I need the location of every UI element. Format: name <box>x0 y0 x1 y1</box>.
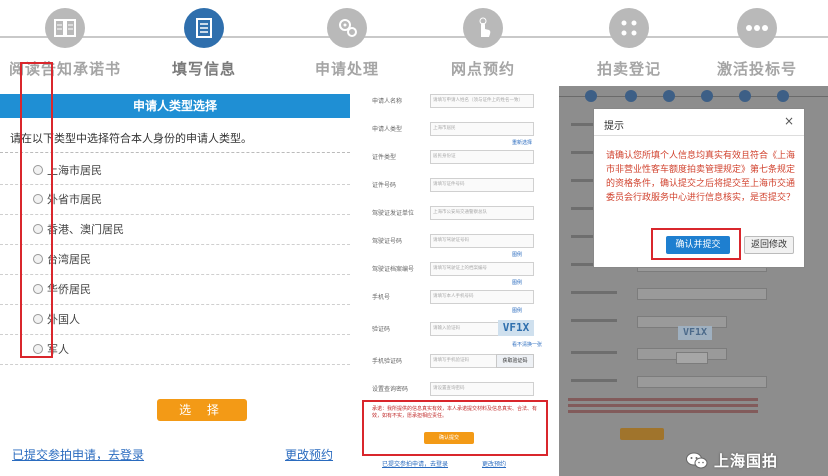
field-label: 驾驶证号码 <box>372 238 403 245</box>
form-row-license-number: 驾驶证号码 请填写驾驶证号码 图例 <box>372 234 542 258</box>
watermark-text: 上海国拍 <box>714 452 779 470</box>
field-label: 证件号码 <box>372 182 397 189</box>
field-label: 申请人名称 <box>372 98 403 105</box>
submitted-login-link[interactable]: 已提交参拍申请，去登录 <box>12 446 144 463</box>
field-label: 手机号 <box>372 294 391 301</box>
field-label: 手机验证码 <box>372 358 403 365</box>
field-label <box>571 351 617 354</box>
agreement-text-dimmed <box>568 398 758 414</box>
ellipsis-icon <box>737 8 777 48</box>
captcha-image[interactable]: VF1X <box>498 320 534 336</box>
step-dot-icon <box>625 90 637 102</box>
step-dot-icon <box>585 90 597 102</box>
form-row-name: 申请人名称 请填写申请人姓名（须与证件上的姓名一致） <box>372 94 542 110</box>
watermark: 上海国拍 <box>686 450 778 471</box>
form-row <box>571 376 811 390</box>
step-dot-icon <box>701 90 713 102</box>
close-icon[interactable]: × <box>784 114 794 128</box>
gear-processing-icon <box>327 8 367 48</box>
form-row-id-type: 证件类型 居民身份证 <box>372 150 542 166</box>
step-label: 拍卖登记 <box>596 60 661 78</box>
dots-icon <box>609 8 649 48</box>
reselect-link[interactable]: 重新选择 <box>512 139 532 146</box>
id-number-input[interactable]: 请填写证件号码 <box>430 178 534 192</box>
form-row-phone: 手机号 请填写本人手机号码 图例 <box>372 290 542 314</box>
form-row-license-file: 驾驶证档案编号 请填写驾驶证上的档案编号 图例 <box>372 262 542 286</box>
license-number-input[interactable]: 请填写驾驶证号码 <box>430 234 534 248</box>
agreement-text: 承诺：我所提供的信息真实有效，本人承诺提交材料及信息真实、合法、有效，如有不实，… <box>372 406 538 419</box>
get-sms-code-button[interactable]: 获取验证码 <box>496 354 534 368</box>
id-type-select[interactable]: 居民身份证 <box>430 150 534 164</box>
captcha-input[interactable]: 请输入验证码 <box>430 322 502 336</box>
name-input[interactable]: 请填写申请人姓名（须与证件上的姓名一致） <box>430 94 534 108</box>
book-icon <box>45 8 85 48</box>
example-link[interactable]: 图例 <box>512 279 522 286</box>
step-activate-bid-number: 激活投标号 <box>692 8 822 79</box>
phone-input[interactable]: 请填写本人手机号码 <box>430 290 534 304</box>
applicant-type-field[interactable]: 上海市居民 <box>430 122 534 136</box>
form-row <box>571 288 811 302</box>
document-icon <box>184 8 224 48</box>
example-link[interactable]: 图例 <box>512 251 522 258</box>
form-row-password: 设置查询密码 请设置查询密码 <box>372 382 542 398</box>
wechat-logo-icon <box>686 452 708 468</box>
sms-button-dimmed <box>676 352 708 364</box>
step-application-processing: 申请处理 <box>282 8 412 79</box>
field-input <box>637 376 767 388</box>
dialog-message: 请确认您所填个人信息均真实有效且符合《上海市非营业性客车额度拍卖管理规定》第七条… <box>606 151 796 203</box>
field-label: 验证码 <box>372 326 391 333</box>
option-label: 外省市居民 <box>47 193 102 206</box>
confirm-submit-button[interactable]: 确认提交 <box>424 432 474 444</box>
field-label <box>571 379 617 382</box>
refresh-captcha-link[interactable]: 看不清换一张 <box>512 341 542 348</box>
dialog-title: 提示 <box>604 121 624 132</box>
form-row-id-number: 证件号码 请填写证件号码 <box>372 178 542 194</box>
step-dot-icon <box>739 90 751 102</box>
field-input <box>637 288 767 300</box>
change-appointment-link[interactable]: 更改预约 <box>482 459 506 468</box>
captcha-image: VF1X <box>678 326 712 340</box>
field-label: 驾驶证发证单位 <box>372 210 415 217</box>
password-input[interactable]: 请设置查询密码 <box>430 382 534 396</box>
option-label: 上海市居民 <box>47 164 102 177</box>
divider <box>594 135 804 136</box>
select-button[interactable]: 选 择 <box>157 399 247 421</box>
submit-button-dimmed <box>620 428 664 440</box>
divider <box>0 364 350 365</box>
back-to-edit-button[interactable]: 返回修改 <box>744 236 794 254</box>
step-dot-icon <box>663 90 675 102</box>
highlight-box-confirm <box>651 228 741 260</box>
step-label: 激活投标号 <box>716 60 797 78</box>
change-appointment-link[interactable]: 更改预约 <box>285 446 333 463</box>
tap-hand-icon <box>463 8 503 48</box>
license-issuer-select[interactable]: 上海市公安局交通警察总队 <box>430 206 534 220</box>
step-progress-bar: 阅读告知承诺书 填写信息 申请处理 网点预约 拍卖登记 激活投标号 <box>0 0 828 88</box>
field-label: 申请人类型 <box>372 126 403 133</box>
submitted-login-link[interactable]: 已提交参拍申请，去登录 <box>382 459 448 468</box>
example-link[interactable]: 图例 <box>512 307 522 314</box>
highlight-box-options <box>20 62 53 358</box>
step-label: 网点预约 <box>450 60 515 78</box>
field-label <box>571 291 617 294</box>
form-row-type: 申请人类型 上海市居民 重新选择 <box>372 122 542 146</box>
field-label <box>571 319 617 322</box>
step-fill-info: 填写信息 <box>139 8 269 79</box>
step-auction-registration: 拍卖登记 <box>564 8 694 79</box>
field-label: 驾驶证档案编号 <box>372 266 415 273</box>
field-label: 设置查询密码 <box>372 386 409 393</box>
step-branch-appointment: 网点预约 <box>418 8 548 79</box>
step-label: 申请处理 <box>314 60 379 78</box>
step-label: 填写信息 <box>171 60 236 78</box>
option-label: 台湾居民 <box>47 253 91 266</box>
form-row-license-issuer: 驾驶证发证单位 上海市公安局交通警察总队 <box>372 206 542 222</box>
license-file-input[interactable]: 请填写驾驶证上的档案编号 <box>430 262 534 276</box>
field-label: 证件类型 <box>372 154 397 161</box>
option-label: 华侨居民 <box>47 283 91 296</box>
step-dot-icon <box>777 90 789 102</box>
option-label: 香港、澳门居民 <box>47 223 124 236</box>
sms-code-input[interactable]: 请填写手机验证码 <box>430 354 502 368</box>
